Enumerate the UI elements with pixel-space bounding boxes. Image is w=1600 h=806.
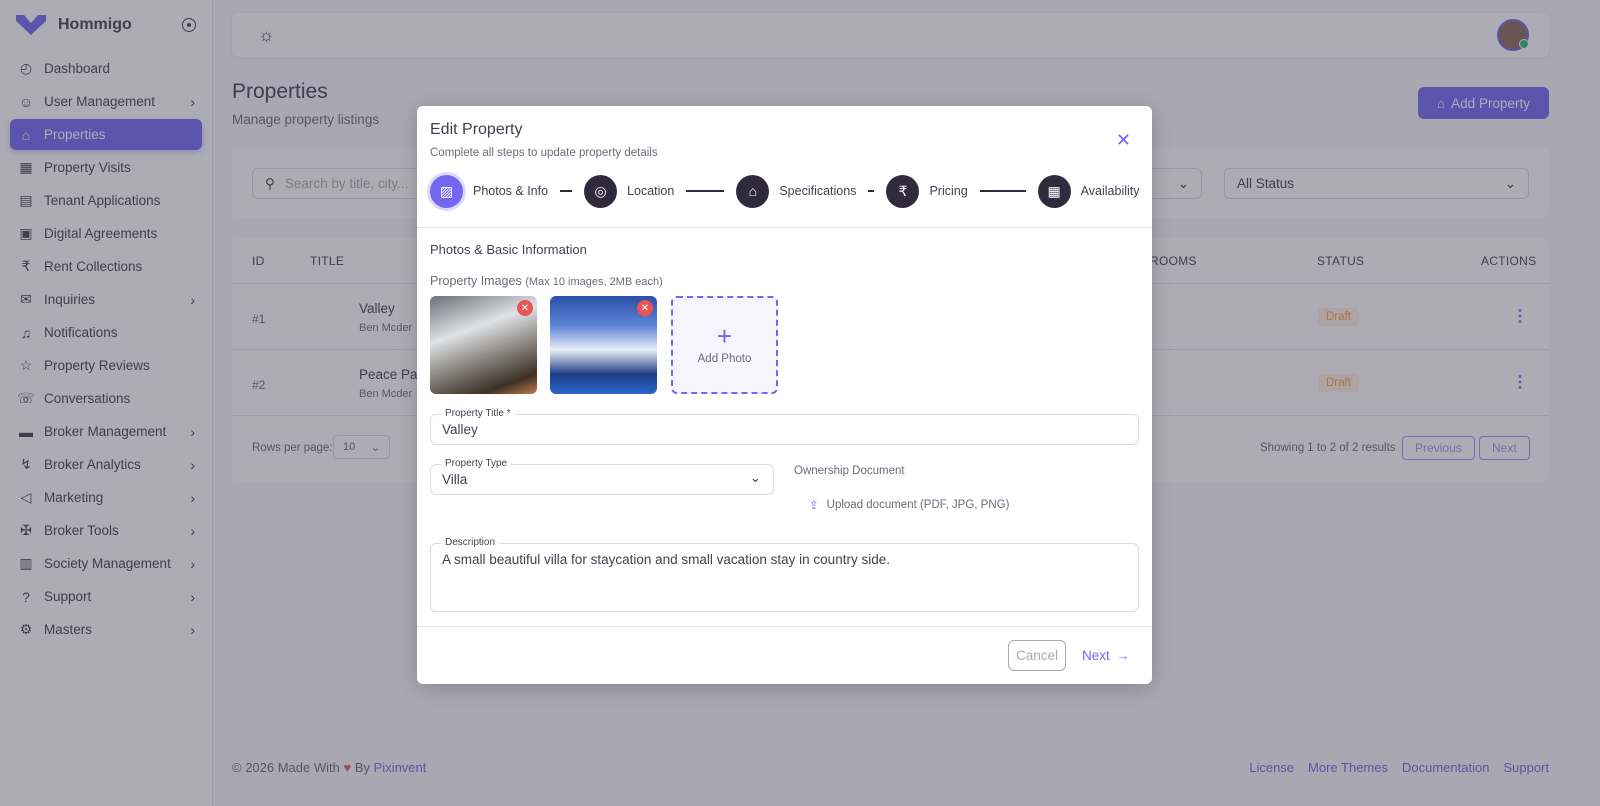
next-button[interactable]: Next → <box>1082 640 1129 671</box>
property-type-select[interactable]: Property Type Villa ⌄ <box>430 458 774 495</box>
step-label: Photos & Info <box>473 184 549 198</box>
map-pin-icon: ◎ <box>584 174 618 208</box>
step-divider <box>560 190 573 192</box>
edit-property-modal: Edit Property Complete all steps to upda… <box>417 106 1152 684</box>
calendar-icon: ▦ <box>1037 174 1071 208</box>
section-title: Photos & Basic Information <box>430 242 587 257</box>
step-label: Specifications <box>779 184 857 198</box>
step-label: Pricing <box>929 184 968 198</box>
remove-photo-icon[interactable]: ✕ <box>637 300 653 316</box>
add-photo-button[interactable]: + Add Photo <box>671 296 778 394</box>
step-divider <box>686 190 725 192</box>
description-label: Description <box>441 537 500 549</box>
chevron-down-icon: ⌄ <box>749 470 761 485</box>
divider <box>417 227 1152 228</box>
step-divider <box>868 190 875 192</box>
add-photo-label: Add Photo <box>697 353 752 365</box>
next-label: Next <box>1082 648 1110 663</box>
description-textarea[interactable]: Description A small beautiful villa for s… <box>430 537 1139 612</box>
property-photo: ✕ <box>550 296 657 394</box>
home-icon: ⌂ <box>736 174 770 208</box>
property-title-label: Property Title * <box>441 408 515 420</box>
step-label: Availability <box>1080 184 1140 198</box>
close-icon[interactable]: ✕ <box>1116 130 1131 151</box>
arrow-right-icon: → <box>1115 648 1130 663</box>
property-type-value: Villa <box>442 472 468 487</box>
images-hint: (Max 10 images, 2MB each) <box>525 276 663 288</box>
images-label-text: Property Images <box>430 274 522 288</box>
property-photo: ✕ <box>430 296 537 394</box>
step-location[interactable]: ◎ Location <box>584 174 675 208</box>
stepper: ▨ Photos & Info ◎ Location ⌂ Specifications… <box>430 174 1140 208</box>
images-label: Property Images (Max 10 images, 2MB each… <box>430 274 663 288</box>
divider <box>417 626 1152 627</box>
property-title-input[interactable]: Property Title * Valley <box>430 408 1139 445</box>
plus-icon: + <box>716 321 733 351</box>
upload-document-label: Upload document (PDF, JPG, PNG) <box>826 499 1010 511</box>
step-divider <box>979 190 1026 192</box>
ownership-document-label: Ownership Document <box>794 465 905 477</box>
property-title-value: Valley <box>442 422 478 437</box>
step-availability[interactable]: ▦ Availability <box>1037 174 1140 208</box>
description-value: A small beautiful villa for staycation a… <box>442 552 890 567</box>
cancel-button[interactable]: Cancel <box>1008 640 1066 671</box>
rupee-icon: ₹ <box>886 174 920 208</box>
property-type-label: Property Type <box>441 458 512 470</box>
step-specifications[interactable]: ⌂ Specifications <box>736 174 857 208</box>
file-upload-icon: ⇪ <box>809 500 819 512</box>
step-pricing[interactable]: ₹ Pricing <box>886 174 968 208</box>
step-label: Location <box>627 184 675 198</box>
modal-subtitle: Complete all steps to update property de… <box>430 147 658 159</box>
remove-photo-icon[interactable]: ✕ <box>517 300 533 316</box>
step-photos-info[interactable]: ▨ Photos & Info <box>430 174 549 208</box>
upload-document-button[interactable]: ⇪ Upload document (PDF, JPG, PNG) <box>809 498 1009 512</box>
image-icon: ▨ <box>430 174 463 208</box>
modal-title: Edit Property <box>430 121 523 138</box>
